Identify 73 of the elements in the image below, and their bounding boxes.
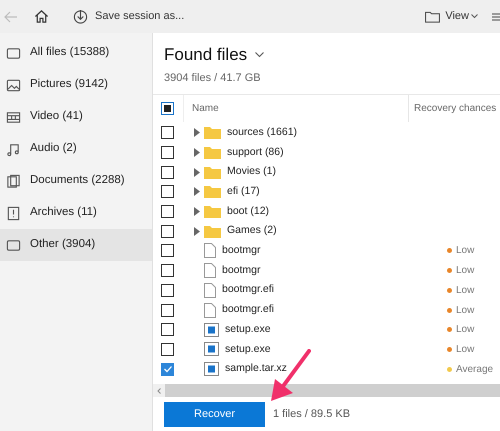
save-session-button[interactable]: Save session as...	[95, 8, 184, 25]
file-icon	[204, 263, 216, 278]
checkbox[interactable]	[161, 166, 174, 179]
recovery-chance: Low	[456, 264, 474, 278]
expand-triangle-icon[interactable]	[194, 148, 200, 158]
expand-triangle-icon[interactable]	[194, 207, 200, 216]
file-icon	[204, 302, 216, 318]
page-title: Found files	[164, 45, 248, 65]
recovery-chance: Average	[456, 362, 494, 377]
column-header[interactable]: Name	[192, 101, 408, 116]
checkbox[interactable]	[161, 284, 174, 297]
sidebar-item[interactable]: Audio (2)	[0, 133, 152, 165]
file-name: Movies (1)	[227, 164, 276, 180]
checkbox[interactable]	[161, 244, 174, 258]
file-name: bootmgr.efi	[222, 282, 274, 298]
recovery-chance: Low	[456, 323, 474, 338]
file-name: setup.exe	[225, 322, 271, 337]
checkbox[interactable]	[161, 205, 174, 218]
file-name: support (86)	[227, 144, 284, 160]
expand-triangle-icon[interactable]	[194, 226, 200, 236]
download-icon[interactable]	[73, 9, 88, 24]
sidebar-item[interactable]: Documents (2288)	[0, 165, 152, 197]
file-name: efi (17)	[227, 184, 260, 200]
sidebar-item[interactable]: Video (41)	[0, 101, 152, 133]
music-note-icon	[6, 142, 21, 156]
file-name: setup.exe	[225, 342, 271, 357]
expand-triangle-icon[interactable]	[194, 187, 200, 196]
checkbox[interactable]	[161, 224, 174, 238]
checkbox[interactable]	[161, 264, 174, 278]
recovery-chance: Low	[456, 342, 474, 357]
file-name: bootmgr.efi	[222, 302, 274, 318]
sidebar-item[interactable]: Other (3904)	[0, 229, 152, 261]
recovery-chance: Low	[456, 244, 474, 258]
checkbox[interactable]	[161, 102, 174, 115]
file-name: bootmgr	[222, 262, 261, 278]
file-name: bootmgr	[222, 243, 261, 258]
checkbox[interactable]	[161, 146, 174, 160]
file-icon	[204, 282, 216, 298]
view-menu-button[interactable]: View	[445, 8, 478, 25]
application-icon	[204, 362, 219, 376]
file-name: sources (1661)	[227, 124, 298, 140]
checkbox[interactable]	[161, 126, 174, 140]
selection-summary: 1 files / 89.5 KB	[273, 406, 350, 422]
files-summary: 3904 files / 41.7 GB	[164, 71, 262, 86]
documents-icon	[6, 174, 21, 188]
file-name: Games (2)	[227, 223, 277, 238]
film-icon	[6, 110, 21, 124]
column-header[interactable]: Recovery chances	[414, 101, 496, 116]
file-name: boot (12)	[227, 204, 270, 219]
recover-button[interactable]: Recover	[164, 402, 265, 426]
recovery-chance: Low	[456, 284, 474, 298]
checkbox[interactable]	[161, 304, 174, 317]
scroll-left-icon[interactable]	[157, 388, 161, 394]
recovery-chance: Low	[456, 304, 474, 318]
picture-icon	[6, 78, 21, 92]
checkbox[interactable]	[161, 185, 174, 198]
chevron-down-icon[interactable]	[255, 52, 264, 58]
expand-triangle-icon[interactable]	[194, 128, 200, 138]
horizontal-scrollbar[interactable]	[153, 384, 500, 397]
archive-icon	[6, 206, 21, 220]
checkbox[interactable]	[161, 362, 174, 376]
application-icon	[204, 342, 219, 356]
sidebar-item[interactable]: Pictures (9142)	[0, 69, 152, 101]
checkbox[interactable]	[161, 323, 174, 336]
checkbox[interactable]	[161, 342, 174, 356]
expand-triangle-icon[interactable]	[194, 168, 200, 177]
application-icon	[204, 322, 219, 337]
home-icon[interactable]	[34, 9, 49, 24]
file-name: sample.tar.xz	[225, 361, 287, 376]
sidebar-item[interactable]: Archives (11)	[0, 197, 152, 229]
file-icon	[204, 243, 216, 258]
chevron-down-icon	[471, 14, 478, 19]
sidebar-item[interactable]: All files (15388)	[0, 37, 152, 69]
